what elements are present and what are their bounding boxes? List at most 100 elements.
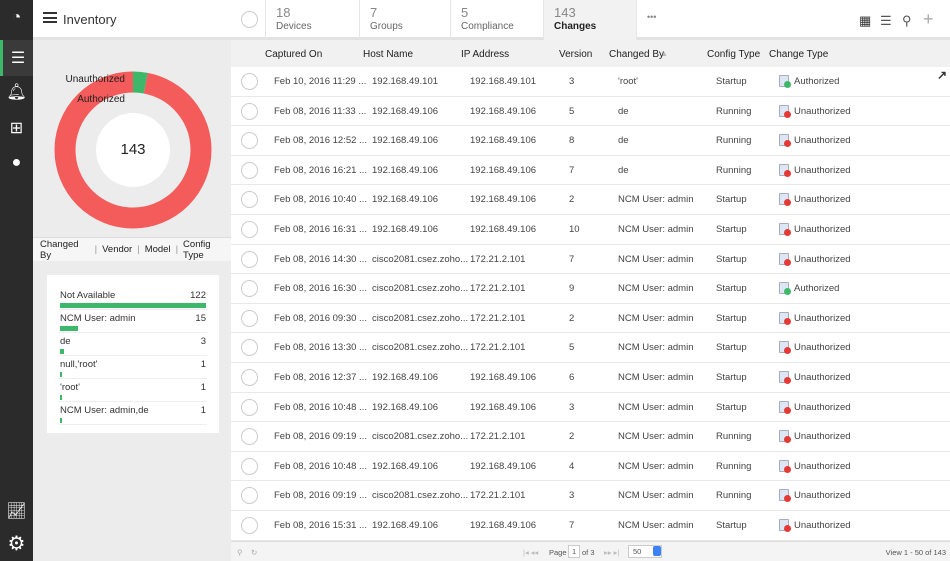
tab-devices[interactable]: 18 Devices — [265, 0, 359, 40]
col-ip-address[interactable]: IP Address — [461, 49, 509, 60]
chat-icon[interactable]: ● — [0, 145, 33, 181]
cell-ip-address: 172.21.2.101 — [470, 283, 526, 295]
cell-changed-by: NCM User: admin — [618, 223, 694, 235]
changed-by-item[interactable]: 'root' 1 — [59, 379, 207, 402]
row-checkbox[interactable] — [241, 220, 258, 238]
next-page-icon[interactable]: ▸▸ ▸| — [604, 548, 619, 557]
table-row[interactable]: Feb 08, 2016 09:30 ... cisco2081.csez.zoh… — [231, 304, 950, 334]
reports-icon[interactable]: 📈︎ — [0, 493, 33, 529]
cell-host-name: 192.168.49.106 — [372, 460, 439, 472]
alarms-icon[interactable]: 🔔︎ — [0, 74, 33, 110]
tab-count: 143 — [554, 5, 576, 20]
table-row[interactable]: Feb 08, 2016 10:48 ... 192.168.49.106 192.… — [231, 452, 950, 482]
row-checkbox[interactable] — [241, 73, 258, 90]
inventory-icon[interactable]: ☰ — [0, 40, 33, 76]
table-header: Captured On Host Name IP Address Version… — [231, 40, 950, 67]
item-bar — [60, 349, 64, 354]
row-checkbox[interactable] — [241, 516, 258, 534]
changed-by-item[interactable]: de 3 — [59, 333, 207, 356]
cell-captured-on: Feb 08, 2016 16:31 ... — [274, 223, 367, 235]
cell-change-type: Unauthorized — [794, 105, 851, 117]
table-row[interactable]: Feb 08, 2016 10:48 ... 192.168.49.106 192.… — [231, 393, 950, 423]
changed-by-list: Not Available 122 NCM User: admin 15 de … — [47, 275, 219, 433]
table-row[interactable]: Feb 08, 2016 16:31 ... 192.168.49.106 192.… — [231, 215, 950, 245]
row-checkbox[interactable] — [241, 309, 258, 327]
changed-by-item[interactable]: null,'root' 1 — [59, 356, 207, 379]
view-range: View 1 - 50 of 143 — [885, 548, 946, 557]
row-checkbox[interactable] — [241, 457, 258, 475]
sort-icon[interactable]: ▲ — [661, 51, 668, 58]
tab-groups[interactable]: 7 Groups — [359, 0, 450, 40]
cell-version: 9 — [569, 283, 575, 295]
col-captured-on[interactable]: Captured On — [265, 49, 322, 60]
table-row[interactable]: Feb 10, 2016 11:29 ... 192.168.49.101 192.… — [231, 67, 950, 97]
select-arrows-icon[interactable] — [653, 546, 661, 556]
table-row[interactable]: Feb 08, 2016 16:30 ... cisco2081.csez.zoh… — [231, 274, 950, 304]
table-row[interactable]: Feb 08, 2016 11:33 ... 192.168.49.106 192.… — [231, 97, 950, 127]
table-row[interactable]: Feb 08, 2016 14:30 ... cisco2081.csez.zoh… — [231, 245, 950, 275]
table-row[interactable]: Feb 08, 2016 09:19 ... cisco2081.csez.zoh… — [231, 422, 950, 452]
grid-view-icon[interactable]: ▦ — [859, 13, 871, 29]
hamburger-menu-icon[interactable] — [43, 12, 57, 23]
refresh-icon[interactable]: ↻ — [251, 548, 257, 557]
search-icon[interactable]: ⚲ — [237, 548, 243, 557]
settings-icon[interactable]: ⚙ — [0, 525, 33, 561]
changed-by-item[interactable]: Not Available 122 — [59, 287, 207, 310]
row-checkbox[interactable] — [241, 250, 258, 268]
cell-host-name: cisco2081.csez.zoho... — [372, 312, 469, 324]
filter-tab-vendor[interactable]: Vendor — [102, 244, 132, 255]
filter-tab-model[interactable]: Model — [145, 244, 171, 255]
col-host-name[interactable]: Host Name — [363, 49, 413, 60]
row-checkbox[interactable] — [241, 339, 258, 357]
legend-unauthorized: Unauthorized — [65, 74, 125, 85]
tab-compliance[interactable]: 5 Compliance — [450, 0, 543, 40]
row-checkbox[interactable] — [241, 280, 258, 298]
search-icon[interactable]: ⚲ — [902, 13, 912, 29]
select-all-checkbox[interactable] — [241, 11, 258, 28]
row-checkbox[interactable] — [241, 487, 258, 505]
add-icon[interactable]: + — [923, 9, 934, 30]
cell-config-type: Running — [716, 431, 752, 443]
table-row[interactable]: Feb 08, 2016 12:37 ... 192.168.49.106 192.… — [231, 363, 950, 393]
page-input[interactable]: 1 — [568, 545, 581, 558]
first-page-icon[interactable]: |◂ ◂◂ — [523, 548, 538, 557]
unauthorized-icon — [779, 341, 791, 355]
table-row[interactable]: Feb 08, 2016 13:30 ... cisco2081.csez.zoh… — [231, 333, 950, 363]
col-version[interactable]: Version — [559, 49, 592, 60]
item-count: 1 — [200, 405, 206, 416]
row-checkbox[interactable] — [241, 132, 258, 150]
row-checkbox[interactable] — [241, 428, 258, 446]
col-changed-by[interactable]: Changed By — [609, 49, 664, 60]
sidebar: ◔ ☰ 🔔︎ ⊞ ● 📈︎ ⚙ — [0, 0, 33, 561]
table-row[interactable]: Feb 08, 2016 09:19 ... cisco2081.csez.zoh… — [231, 481, 950, 511]
table-row[interactable]: Feb 08, 2016 12:52 ... 192.168.49.106 192.… — [231, 126, 950, 156]
changed-by-item[interactable]: NCM User: admin,de 1 — [59, 402, 207, 425]
expand-icon[interactable]: ↗ — [937, 68, 947, 82]
more-tabs-button[interactable]: ••• — [636, 0, 696, 40]
changes-table: Captured On Host Name IP Address Version… — [231, 40, 950, 541]
table-row[interactable]: Feb 08, 2016 15:31 ... 192.168.49.106 192.… — [231, 511, 950, 541]
col-config-type[interactable]: Config Type — [707, 49, 760, 60]
cell-host-name: 192.168.49.106 — [372, 194, 439, 206]
cell-config-type: Startup — [716, 223, 747, 235]
list-view-icon[interactable]: ☰ — [880, 13, 892, 29]
dashboard-icon[interactable]: ◔ — [0, 0, 33, 36]
row-checkbox[interactable] — [241, 161, 258, 179]
row-checkbox[interactable] — [241, 191, 258, 209]
row-checkbox[interactable] — [241, 102, 258, 120]
table-row[interactable]: Feb 08, 2016 16:21 ... 192.168.49.106 192.… — [231, 156, 950, 186]
row-checkbox[interactable] — [241, 398, 258, 416]
filter-tab-config-type[interactable]: Config Type — [183, 239, 231, 261]
cell-version: 8 — [569, 135, 575, 147]
cell-config-type: Startup — [716, 194, 747, 206]
tab-changes[interactable]: 143 Changes — [543, 0, 636, 40]
cell-captured-on: Feb 08, 2016 13:30 ... — [274, 342, 367, 354]
cell-changed-by: 'root' — [618, 76, 638, 87]
table-row[interactable]: Feb 08, 2016 10:40 ... 192.168.49.106 192.… — [231, 185, 950, 215]
col-change-type[interactable]: Change Type — [769, 49, 828, 60]
topology-icon[interactable]: ⊞ — [0, 110, 33, 146]
item-name: de — [60, 336, 71, 347]
row-checkbox[interactable] — [241, 368, 258, 386]
filter-tab-changed-by[interactable]: Changed By — [40, 239, 90, 261]
changed-by-item[interactable]: NCM User: admin 15 — [59, 310, 207, 333]
